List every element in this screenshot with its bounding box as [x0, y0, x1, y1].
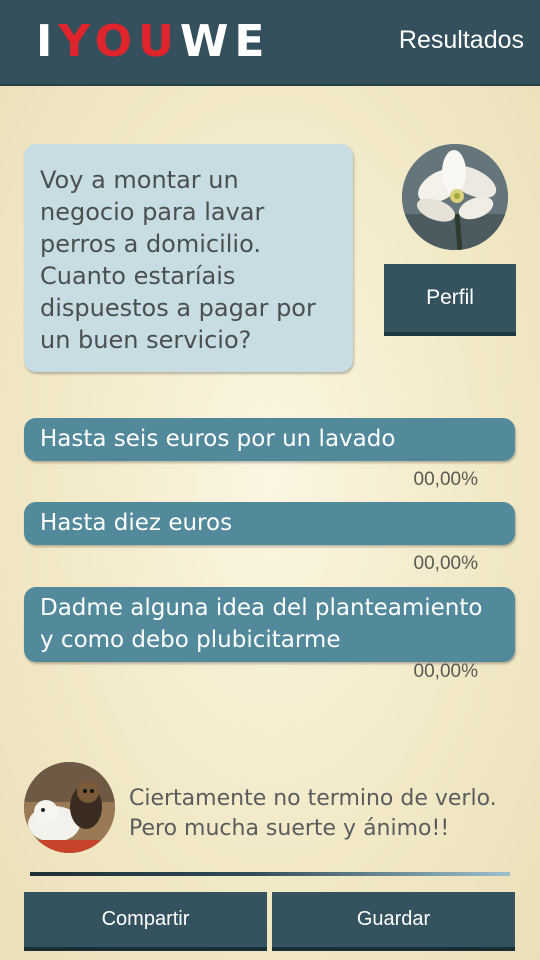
comment-divider — [30, 872, 510, 876]
answer-percent-2: 00,00% — [413, 553, 478, 574]
answer-option-2[interactable]: Hasta diez euros — [24, 502, 515, 545]
question-bubble: Voy a montar un negocio para lavar perro… — [24, 144, 353, 372]
question-text: Voy a montar un negocio para lavar perro… — [40, 166, 316, 354]
profile-button[interactable]: Perfil — [384, 264, 516, 336]
answer-option-label: Hasta diez euros — [40, 510, 233, 536]
answer-percent-1: 00,00% — [413, 469, 478, 490]
comment-text: Ciertamente no termino de verlo. Pero mu… — [129, 786, 497, 841]
app-header: IYOUWE Resultados — [0, 0, 540, 86]
results-button[interactable]: Resultados — [399, 26, 524, 55]
answer-option-label: Hasta seis euros por un lavado — [40, 426, 396, 452]
share-button[interactable]: Compartir — [24, 892, 267, 951]
logo-part-you: YOU — [58, 16, 180, 67]
answer-option-1[interactable]: Hasta seis euros por un lavado — [24, 418, 515, 461]
answer-option-3[interactable]: Dadme alguna idea del planteamiento y co… — [24, 587, 515, 662]
answer-option-label: Dadme alguna idea del planteamiento y co… — [40, 595, 483, 653]
save-button[interactable]: Guardar — [272, 892, 515, 951]
flower-avatar-icon[interactable] — [402, 144, 508, 250]
logo-part-i: I — [36, 16, 59, 67]
app-logo: IYOUWE — [36, 16, 270, 68]
answer-percent-3: 00,00% — [413, 661, 478, 682]
dogs-avatar-icon[interactable] — [24, 762, 115, 853]
logo-part-we: WE — [179, 16, 271, 67]
